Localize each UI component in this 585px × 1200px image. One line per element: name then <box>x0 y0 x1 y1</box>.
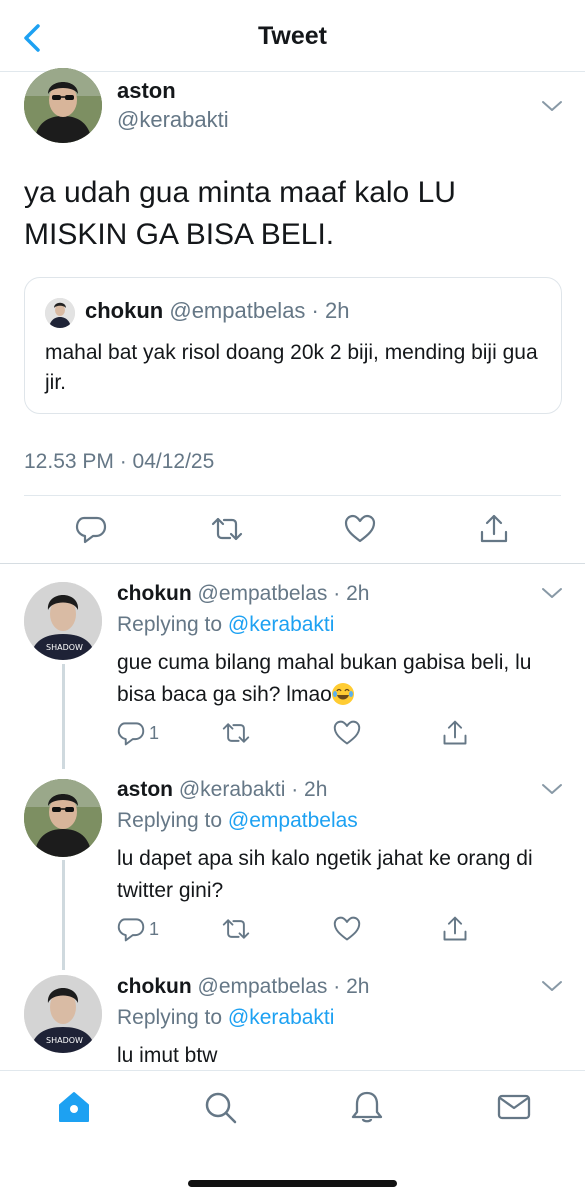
author-handle[interactable]: @kerabakti <box>117 107 229 133</box>
reply-text: gue cuma bilang mahal bukan gabisa beli,… <box>117 647 557 711</box>
messages-icon[interactable] <box>496 1089 532 1125</box>
chevron-down-icon[interactable] <box>540 98 564 114</box>
avatar[interactable] <box>24 779 102 857</box>
home-indicator[interactable] <box>188 1180 397 1187</box>
share-icon[interactable] <box>478 513 510 545</box>
reply-author-meta: @empatbelas · 2h <box>197 582 370 605</box>
tweet-text: ya udah gua minta maaf kalo LU MISKIN GA… <box>24 176 456 251</box>
tweet-action-bar <box>0 497 585 563</box>
reply-count: 1 <box>149 722 160 743</box>
share-icon[interactable] <box>441 915 469 943</box>
retweet-icon[interactable] <box>222 915 250 943</box>
reply-header: chokun @empatbelas · 2h <box>117 975 369 999</box>
author-name[interactable]: aston <box>117 78 176 104</box>
page-title: Tweet <box>258 22 327 50</box>
reply-icon <box>117 918 145 942</box>
avatar[interactable] <box>24 68 102 143</box>
replying-to-mention[interactable]: @empatbelas <box>228 809 358 832</box>
avatar <box>45 298 75 328</box>
like-icon[interactable] <box>344 513 376 545</box>
thread-line <box>62 860 65 970</box>
replying-to-label: Replying to <box>117 1006 228 1029</box>
replying-to-mention[interactable]: @kerabakti <box>228 613 335 636</box>
replying-to: Replying to @kerabakti <box>117 613 334 637</box>
face-with-tears-of-joy-icon <box>331 683 354 705</box>
reply-author-name[interactable]: aston <box>117 778 173 801</box>
quoted-tweet[interactable]: chokun @empatbelas · 2h mahal bat yak ri… <box>24 277 562 414</box>
reply-author-name[interactable]: chokun <box>117 582 192 605</box>
quoted-tweet-text: mahal bat yak risol doang 20k 2 biji, me… <box>45 341 538 394</box>
reply-text: lu imut btw <box>117 1044 218 1067</box>
reply-text: lu dapet apa sih kalo ngetik jahat ke or… <box>117 847 533 902</box>
replying-to-mention[interactable]: @kerabakti <box>228 1006 335 1029</box>
replying-to: Replying to @empatbelas <box>117 809 358 833</box>
replying-to: Replying to @kerabakti <box>117 1006 334 1030</box>
like-icon[interactable] <box>333 915 361 943</box>
avatar[interactable]: SHADOW <box>24 582 102 660</box>
reply-author-meta: @empatbelas · 2h <box>197 975 370 998</box>
reply-action-bar: 1 <box>117 915 557 945</box>
home-icon[interactable] <box>56 1089 92 1125</box>
chevron-down-icon[interactable] <box>540 585 564 601</box>
quoted-tweet-header: chokun @empatbelas · 2h <box>85 298 349 324</box>
reply-header: aston @kerabakti · 2h <box>117 778 327 802</box>
share-icon[interactable] <box>441 719 469 747</box>
top-nav-bar: Tweet <box>0 0 585 72</box>
avatar[interactable]: SHADOW <box>24 975 102 1053</box>
replying-to-label: Replying to <box>117 809 228 832</box>
divider <box>0 563 585 564</box>
quoted-author-name: chokun <box>85 298 164 323</box>
reply-count: 1 <box>149 918 160 939</box>
reply-action-bar: 1 <box>117 719 557 749</box>
reply-author-meta: @kerabakti · 2h <box>178 778 328 801</box>
reply-button[interactable]: 1 <box>117 915 159 943</box>
notifications-icon[interactable] <box>349 1089 385 1125</box>
reply-button[interactable]: 1 <box>117 719 159 747</box>
reply-icon <box>117 722 145 746</box>
retweet-icon[interactable] <box>222 719 250 747</box>
chevron-down-icon[interactable] <box>540 781 564 797</box>
reply-text-content: gue cuma bilang mahal bukan gabisa beli,… <box>117 651 532 706</box>
svg-text:SHADOW: SHADOW <box>46 1036 83 1045</box>
reply-header: chokun @empatbelas · 2h <box>117 582 369 606</box>
retweet-icon[interactable] <box>211 513 243 545</box>
reply-author-name[interactable]: chokun <box>117 975 192 998</box>
search-icon[interactable] <box>202 1089 238 1125</box>
quoted-author-meta: @empatbelas · 2h <box>169 298 350 323</box>
like-icon[interactable] <box>333 719 361 747</box>
chevron-down-icon[interactable] <box>540 978 564 994</box>
divider <box>24 495 561 496</box>
thread-line <box>62 664 65 769</box>
tweet-timestamp: 12.53 PM · 04/12/25 <box>24 450 215 473</box>
replying-to-label: Replying to <box>117 613 228 636</box>
svg-text:SHADOW: SHADOW <box>46 643 83 652</box>
reply-icon[interactable] <box>75 513 107 545</box>
